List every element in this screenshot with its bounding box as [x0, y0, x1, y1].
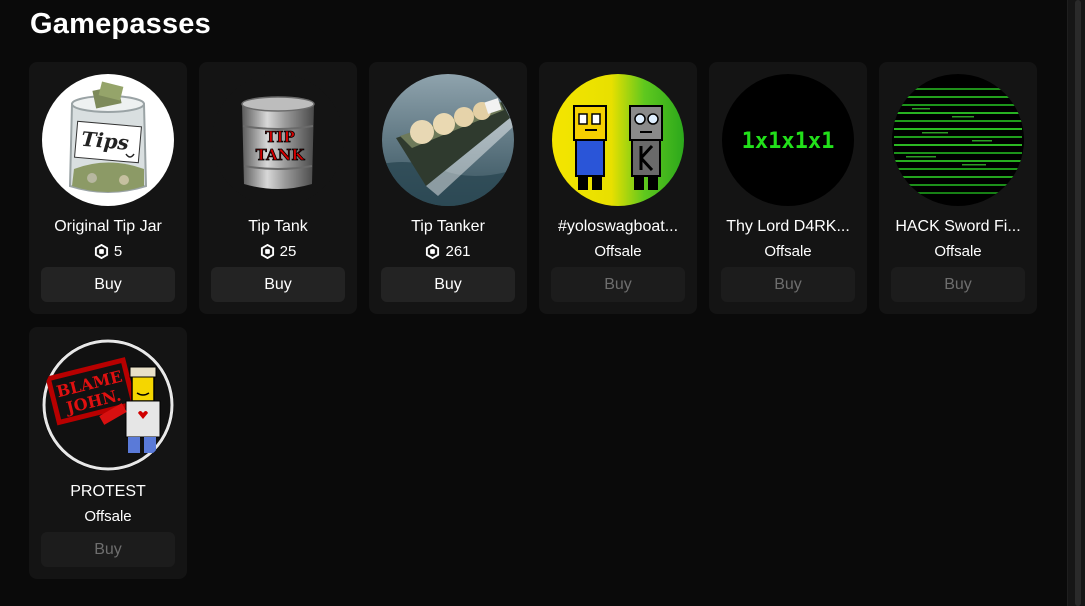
gamepass-price: Offsale — [709, 243, 867, 260]
two-characters-image[interactable] — [552, 74, 684, 206]
tip-jar-image[interactable]: Tips — [42, 74, 174, 206]
price-value: Offsale — [84, 508, 132, 525]
price-value: Offsale — [764, 243, 812, 260]
gamepasses-page: Gamepasses Tips Original Tip Jar 5 Buy T… — [0, 0, 1085, 606]
tip-tank-text: TANK — [256, 146, 306, 164]
gamepass-price: Offsale — [879, 243, 1037, 260]
buy-button[interactable]: Buy — [41, 532, 175, 567]
gamepass-card[interactable]: #yoloswagboat... Offsale Buy — [539, 62, 697, 314]
robux-icon — [260, 244, 274, 259]
gamepass-name: Tip Tanker — [411, 218, 485, 235]
gamepass-price: 5 — [29, 243, 187, 260]
gamepass-name: HACK Sword Fi... — [895, 218, 1021, 235]
gamepass-card[interactable]: 1x1x1x1 Thy Lord D4RK... Offsale Buy — [709, 62, 867, 314]
gamepass-name: PROTEST — [70, 483, 146, 500]
robux-icon — [426, 244, 440, 259]
tip-jar-text: Tips — [80, 127, 130, 155]
gamepass-name: Original Tip Jar — [54, 218, 162, 235]
robux-icon — [94, 244, 108, 259]
buy-button[interactable]: Buy — [41, 267, 175, 302]
gamepass-card[interactable]: Tip Tanker 261 Buy — [369, 62, 527, 314]
scrollbar-thumb[interactable] — [1075, 0, 1081, 606]
buy-button[interactable]: Buy — [381, 267, 515, 302]
gamepass-price: Offsale — [539, 243, 697, 260]
tip-tank-image[interactable]: TIP TANK — [212, 74, 344, 206]
section-title: Gamepasses — [30, 8, 211, 40]
price-value: 25 — [279, 243, 297, 260]
price-value: Offsale — [934, 243, 982, 260]
buy-button[interactable]: Buy — [211, 267, 345, 302]
tanker-ship-image[interactable] — [382, 74, 514, 206]
gamepass-card[interactable]: BLAME JOHN. PROTEST Offsale Buy — [29, 327, 187, 579]
tip-tank-text: TIP — [265, 128, 294, 146]
gamepass-name: #yoloswagboat... — [557, 218, 679, 235]
price-value: Offsale — [594, 243, 642, 260]
gamepass-grid: Tips Original Tip Jar 5 Buy TIP TANK Tip… — [29, 62, 1049, 579]
buy-button[interactable]: Buy — [551, 267, 685, 302]
buy-button[interactable]: Buy — [721, 267, 855, 302]
gamepass-price: 261 — [369, 243, 527, 260]
buy-button[interactable]: Buy — [891, 267, 1025, 302]
gamepass-card[interactable]: Tips Original Tip Jar 5 Buy — [29, 62, 187, 314]
price-value: 5 — [113, 243, 123, 260]
price-value: 261 — [445, 243, 471, 260]
matrix-code-image[interactable] — [892, 74, 1024, 206]
dark-circle-text: 1x1x1x1 — [742, 129, 835, 154]
gamepass-name: Tip Tank — [248, 218, 308, 235]
gamepass-card[interactable]: TIP TANK Tip Tank 25 Buy — [199, 62, 357, 314]
dark-circle-image[interactable]: 1x1x1x1 — [722, 74, 854, 206]
scrollbar[interactable] — [1067, 0, 1085, 606]
gamepass-name: Thy Lord D4RK... — [726, 218, 850, 235]
gamepass-card[interactable]: HACK Sword Fi... Offsale Buy — [879, 62, 1037, 314]
gamepass-price: 25 — [199, 243, 357, 260]
gamepass-price: Offsale — [29, 508, 187, 525]
blame-john-image[interactable]: BLAME JOHN. — [42, 339, 174, 471]
